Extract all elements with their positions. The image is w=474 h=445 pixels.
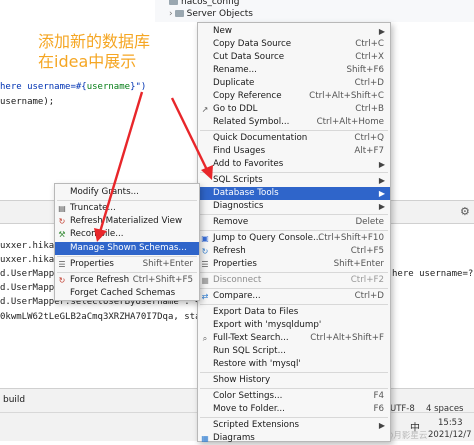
annotation-arrows (94, 91, 213, 242)
arrow-to-manage-schemas (94, 91, 144, 242)
arrow-to-database-tools (170, 97, 213, 180)
